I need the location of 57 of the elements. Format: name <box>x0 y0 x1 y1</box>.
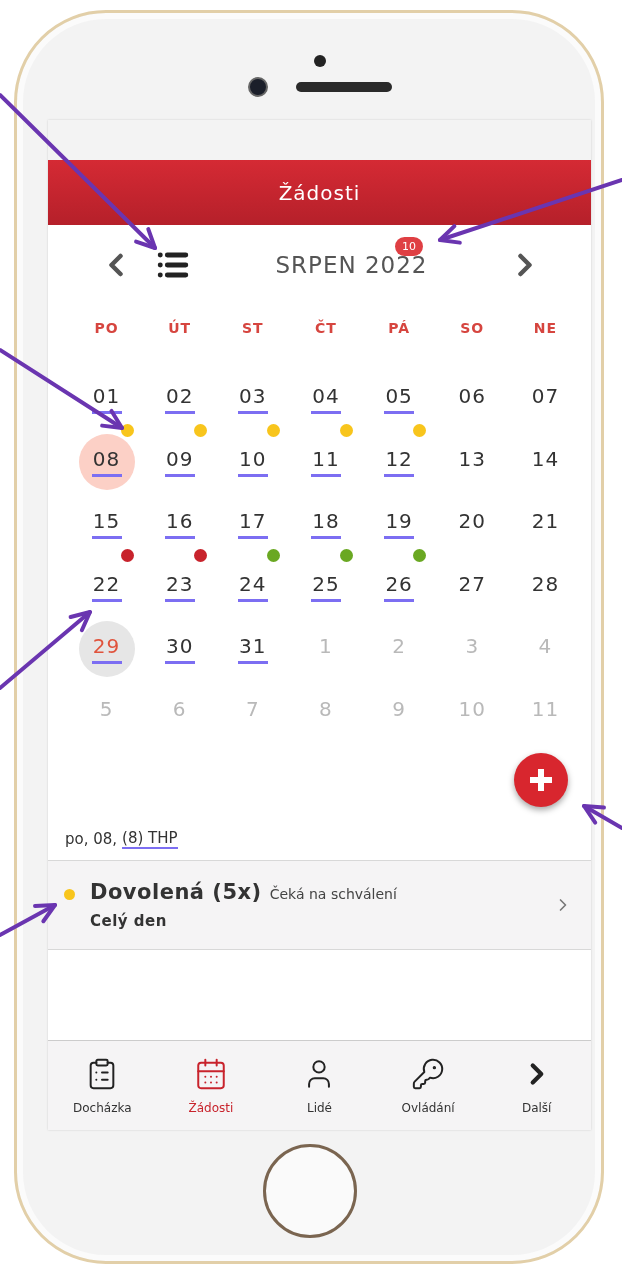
sensor-icon <box>313 55 326 67</box>
selected-date: po, 08, <box>65 829 118 848</box>
plus-icon <box>530 769 552 791</box>
group-link[interactable]: (8) THP <box>122 828 178 849</box>
calendar-day[interactable]: 25 <box>298 558 354 615</box>
key-icon <box>411 1056 446 1091</box>
calendar-day[interactable]: 17 <box>224 496 281 553</box>
calendar-day[interactable]: 26 <box>371 558 428 615</box>
calendar-day[interactable]: 30 <box>151 621 208 678</box>
calendar-day[interactable]: 12 <box>371 433 428 490</box>
request-detail: Celý den <box>90 912 168 930</box>
calendar-day[interactable]: 08 <box>78 433 135 490</box>
weekday-label: ČT <box>314 318 338 338</box>
count-badge: 10 <box>395 237 423 256</box>
calendar-day[interactable]: 21 <box>517 496 574 553</box>
tab[interactable]: Žádosti <box>156 1041 266 1130</box>
calendar-day[interactable]: 18 <box>298 496 354 553</box>
calendar-day[interactable]: 22 <box>78 558 135 615</box>
weekday-label: PO <box>93 318 120 338</box>
add-button[interactable] <box>514 753 568 807</box>
calendar-day[interactable]: 11 <box>298 433 354 490</box>
tab[interactable]: Ovládání <box>373 1041 483 1130</box>
speaker-icon <box>295 81 392 92</box>
tab[interactable]: Lidé <box>265 1041 374 1130</box>
calendar-day[interactable]: 06 <box>444 371 501 428</box>
annotation-arrow <box>582 804 622 830</box>
tab[interactable]: Docházka <box>48 1041 157 1130</box>
header-title: Žádosti <box>278 180 361 205</box>
weekday-label: ST <box>241 318 265 338</box>
calendar-day[interactable]: 23 <box>151 558 208 615</box>
annotation-arrow <box>0 903 57 937</box>
calendar-day[interactable]: 28 <box>517 558 574 615</box>
calendar-day[interactable]: 03 <box>224 371 281 428</box>
calendar-day[interactable]: 14 <box>517 433 574 490</box>
calendar-day[interactable]: 31 <box>224 621 281 678</box>
calendar-day[interactable]: 05 <box>371 371 428 428</box>
calendar-day[interactable]: 19 <box>371 496 428 553</box>
request-row[interactable]: Dovolená (5x) Čeká na schválení Celý den <box>48 861 591 950</box>
weekday-label: SO <box>459 318 486 338</box>
calendar-day[interactable]: 04 <box>298 371 354 428</box>
calendar-day[interactable]: 15 <box>78 496 135 553</box>
calendar-day[interactable]: 27 <box>444 558 501 615</box>
calendar-day[interactable]: 10 <box>224 433 281 490</box>
calendar-day[interactable]: 09 <box>151 433 208 490</box>
calendar-day[interactable]: 16 <box>151 496 208 553</box>
weekday-label: PÁ <box>387 318 412 338</box>
request-status: Čeká na schválení <box>269 886 397 902</box>
calendar-day[interactable]: 07 <box>517 371 574 428</box>
weekday-label: NE <box>532 318 559 338</box>
calendar-day[interactable]: 13 <box>444 433 501 490</box>
calendar-day[interactable]: 02 <box>151 371 208 428</box>
tab[interactable]: Další <box>482 1041 591 1130</box>
weekday-label: ÚT <box>167 318 193 338</box>
calendar-day[interactable]: 20 <box>444 496 501 553</box>
request-title: Dovolená (5x) <box>90 880 262 904</box>
camera-icon <box>247 76 268 97</box>
calendar-day[interactable]: 24 <box>224 558 281 615</box>
